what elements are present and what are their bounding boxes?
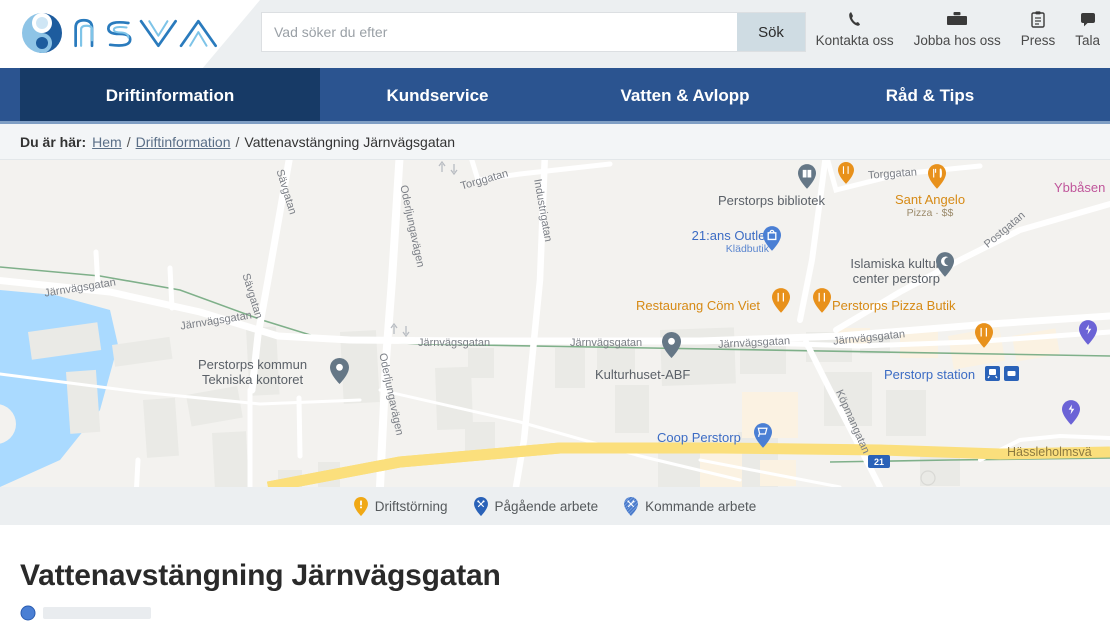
- site-header: Sök Kontakta oss Jobba hos oss Press Tal…: [0, 0, 1110, 68]
- page-content: Vattenavstängning Järnvägsgatan: [0, 525, 1110, 621]
- nav-item-rad-tips[interactable]: Råd & Tips: [815, 68, 1045, 124]
- legend-item-driftstorning[interactable]: Driftstörning: [353, 496, 448, 516]
- nav-item-vatten-avlopp[interactable]: Vatten & Avlopp: [555, 68, 815, 124]
- nav-item-label: Råd & Tips: [885, 86, 975, 105]
- quicklink-jobba-hos-oss[interactable]: Jobba hos oss: [904, 6, 1011, 48]
- quicklink-press[interactable]: Press: [1011, 6, 1066, 48]
- breadcrumb-current: Vattenavstängning Järnvägsgatan: [244, 133, 456, 150]
- site-search[interactable]: Sök: [261, 12, 806, 52]
- nav-left-spacer: [0, 68, 20, 124]
- svg-text:21: 21: [874, 457, 884, 467]
- legend-label: Kommande arbete: [645, 498, 757, 514]
- highway-shield-21: 21: [868, 455, 890, 468]
- warning-pin-icon: [353, 496, 368, 516]
- nav-underline-decoration: [0, 121, 1110, 124]
- breadcrumb: Du är här: Hem / Driftinformation / Vatt…: [0, 124, 1110, 160]
- phone-icon: [847, 8, 862, 30]
- striped-tools-pin-icon: [624, 496, 639, 516]
- main-navigation: Driftinformation Kundservice Vatten & Av…: [0, 68, 1110, 124]
- breadcrumb-separator: /: [235, 133, 240, 150]
- breadcrumb-prefix: Du är här:: [20, 133, 87, 150]
- search-input[interactable]: [262, 13, 737, 51]
- tools-pin-icon: [473, 496, 488, 516]
- legend-item-kommande-arbete[interactable]: Kommande arbete: [624, 496, 757, 516]
- quicklink-label: Kontakta oss: [815, 33, 894, 48]
- quicklink-label: Jobba hos oss: [913, 33, 1001, 48]
- breadcrumb-link-driftinformation[interactable]: Driftinformation: [136, 134, 231, 150]
- legend-label: Driftstörning: [374, 498, 448, 514]
- quicklink-label: Press: [1020, 33, 1056, 48]
- clipboard-icon: [1031, 8, 1045, 30]
- briefcase-icon: [946, 8, 968, 30]
- nav-item-kundservice[interactable]: Kundservice: [320, 68, 555, 124]
- incident-map[interactable]: 21 Järnvägsgatan Järnvägsgatan Järnvägsg…: [0, 160, 1110, 487]
- nav-item-label: Vatten & Avlopp: [620, 86, 750, 105]
- quicklink-label: Tala: [1075, 33, 1100, 48]
- legend-item-pagaende-arbete[interactable]: Pågående arbete: [473, 496, 599, 516]
- breadcrumb-separator: /: [126, 133, 131, 150]
- nav-item-label: Driftinformation: [105, 86, 235, 105]
- site-logo[interactable]: [20, 9, 245, 57]
- map-legend: Driftstörning Pågående arbete Kommande a…: [0, 487, 1110, 525]
- nsva-droplet-icon: [21, 12, 63, 54]
- speech-icon: [1080, 8, 1096, 30]
- legend-label: Pågående arbete: [494, 498, 599, 514]
- quicklink-tala[interactable]: Tala: [1065, 6, 1110, 48]
- status-row: [20, 605, 1090, 621]
- quicklink-kontakta-oss[interactable]: Kontakta oss: [806, 6, 904, 48]
- nsva-wordmark-icon: [74, 18, 217, 48]
- page-title: Vattenavstängning Järnvägsgatan: [20, 559, 501, 592]
- status-badge: [43, 607, 151, 619]
- nav-item-label: Kundservice: [386, 86, 489, 105]
- blue-circle-icon: [20, 605, 36, 621]
- breadcrumb-link-home[interactable]: Hem: [92, 134, 122, 150]
- nav-item-driftinformation[interactable]: Driftinformation: [20, 68, 320, 124]
- header-quicklinks: Kontakta oss Jobba hos oss Press Tala: [806, 6, 1110, 62]
- search-submit-button[interactable]: Sök: [737, 13, 805, 51]
- map-canvas: 21: [0, 160, 1110, 487]
